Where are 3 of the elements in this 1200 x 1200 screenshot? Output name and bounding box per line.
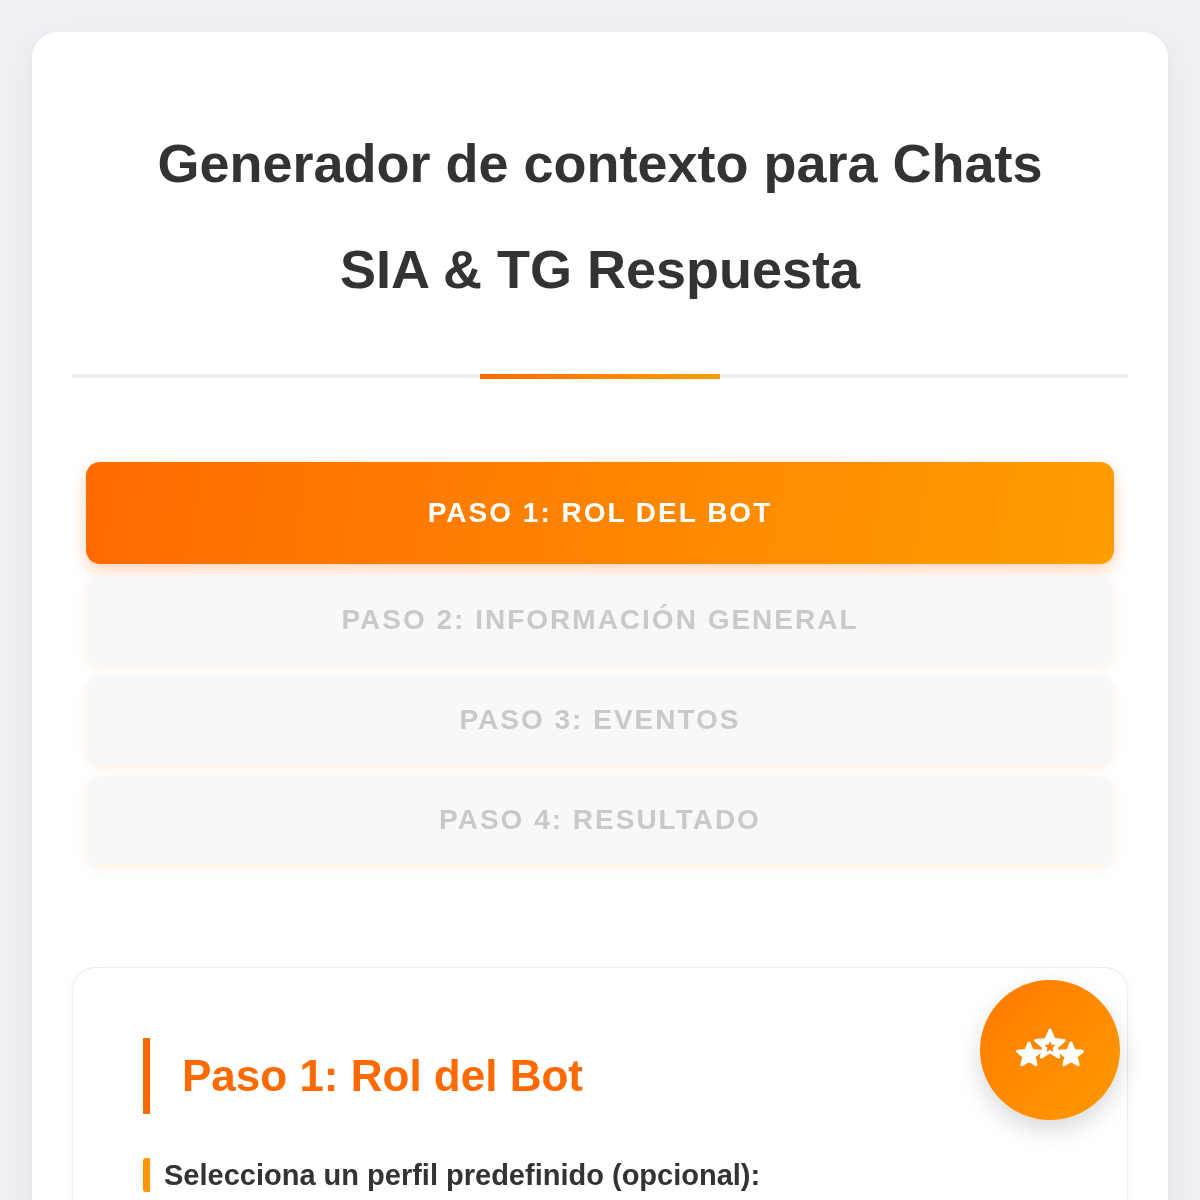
field-label: Selecciona un perfil predefinido (opcional): — [143, 1158, 1057, 1192]
step-tab[interactable]: PASO 1: ROL DEL BOT — [86, 462, 1114, 564]
page-title: Generador de contexto para Chats SIA & TG Respuesta — [156, 132, 1044, 301]
